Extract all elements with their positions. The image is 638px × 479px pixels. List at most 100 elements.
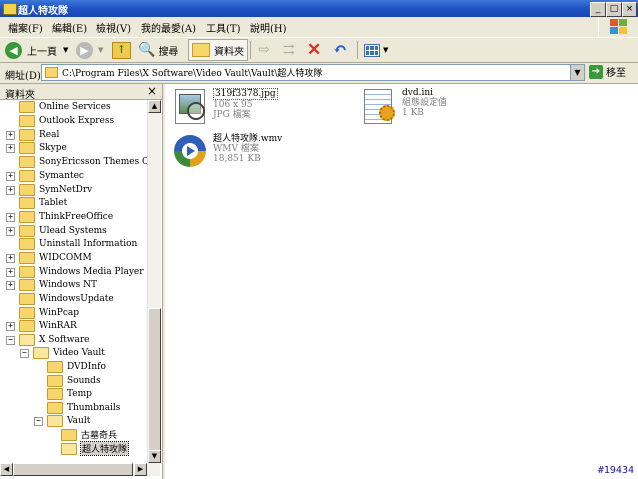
search-label: 搜尋 [158, 46, 179, 58]
file-size: 1 KB [402, 108, 424, 118]
folder-pane-vertical-scrollbar[interactable]: ▲ ▼ [147, 100, 161, 463]
file-item[interactable]: 319f3378.jpg 106 x 95 JPG 檔案 [173, 88, 278, 124]
menu-file[interactable]: 檔案(F) [8, 20, 43, 35]
close-button[interactable]: × [622, 2, 637, 17]
open-folder-icon [33, 346, 49, 359]
tree-item[interactable]: SonyEricsson Themes Creator [19, 155, 147, 168]
folder-icon [47, 374, 63, 387]
views-button[interactable]: ▼ [364, 40, 388, 60]
tree-expander[interactable]: + [6, 213, 15, 222]
forward-arrow-icon: ▶ [76, 41, 93, 59]
address-dropdown-button[interactable]: ▼ [570, 65, 584, 80]
tree-expander[interactable]: + [6, 186, 15, 195]
tree-expander[interactable]: − [20, 349, 29, 358]
menu-view[interactable]: 檢視(V) [96, 20, 131, 35]
tree-item[interactable]: X Software [19, 333, 90, 346]
folder-tree: Online Services Outlook Express + Real +… [0, 100, 147, 463]
tree-item[interactable]: SymNetDrv [19, 183, 92, 196]
folder-icon [19, 141, 35, 154]
image-id-label: #19434 [597, 465, 634, 476]
folder-icon [19, 306, 35, 319]
delete-button[interactable]: ✕ [307, 40, 321, 60]
tree-expander[interactable]: + [6, 144, 15, 153]
search-icon: 🔍 [138, 42, 156, 58]
file-item[interactable]: dvd.ini 組態設定值 1 KB [362, 88, 447, 124]
tree-item[interactable]: WinPcap [19, 306, 79, 319]
chevron-down-icon: ▼ [98, 46, 104, 54]
tree-expander[interactable]: + [6, 227, 15, 236]
chevron-down-icon: ▼ [63, 46, 69, 54]
tree-item[interactable]: Sounds [47, 374, 101, 387]
file-name: dvd.ini [402, 88, 434, 98]
tree-expander[interactable]: + [6, 254, 15, 263]
menu-bar: 檔案(F) 編輯(E) 檢視(V) 我的最愛(A) 工具(T) 說明(H) [0, 17, 600, 35]
file-dimensions: 106 x 95 [213, 100, 253, 110]
tree-item[interactable]: Temp [47, 387, 92, 400]
folder-icon [19, 251, 35, 264]
move-to-button[interactable]: ⇨ [258, 40, 270, 60]
address-field[interactable]: C:\Program Files\X Software\Video Vault\… [41, 64, 585, 81]
tree-expander[interactable]: + [6, 322, 15, 331]
menu-tools[interactable]: 工具(T) [206, 20, 240, 35]
file-item[interactable]: 超人特攻隊.wmv WMV 檔案 18,851 KB [173, 134, 282, 170]
tree-expander[interactable]: + [6, 172, 15, 181]
minimize-button[interactable]: _ [590, 2, 606, 17]
file-type: WMV 檔案 [213, 144, 259, 154]
tree-item[interactable]: Online Services [19, 100, 111, 113]
tree-item[interactable]: Outlook Express [19, 114, 114, 127]
close-icon[interactable]: × [147, 84, 157, 98]
maximize-button[interactable]: □ [606, 2, 622, 17]
go-label: 移至 [606, 68, 626, 79]
tree-expander[interactable]: − [34, 417, 43, 426]
tree-item[interactable]: WindowsUpdate [19, 292, 114, 305]
tree-expander[interactable]: − [6, 336, 15, 345]
tree-item[interactable]: 古墓奇兵 [61, 428, 117, 441]
tree-item[interactable]: Ulead Systems [19, 224, 107, 237]
menu-favorites[interactable]: 我的最愛(A) [141, 20, 196, 35]
scroll-thumb[interactable] [148, 308, 161, 463]
folder-icon [19, 237, 35, 250]
tree-item[interactable]: Windows NT [19, 278, 97, 291]
folder-icon [19, 100, 35, 113]
tree-item[interactable]: Windows Media Player [19, 265, 144, 278]
tree-item[interactable]: Skype [19, 141, 67, 154]
up-folder-button[interactable]: ↑ [112, 40, 131, 60]
menu-edit[interactable]: 編輯(E) [52, 20, 87, 35]
scroll-left-button[interactable]: ◀ [0, 463, 13, 476]
scroll-thumb[interactable] [13, 463, 133, 476]
search-button[interactable]: 🔍 搜尋 [138, 40, 178, 60]
tree-item[interactable]: DVDInfo [47, 360, 106, 373]
scroll-up-button[interactable]: ▲ [148, 100, 161, 113]
tree-expander[interactable]: + [6, 131, 15, 140]
tree-item[interactable]: WIDCOMM [19, 251, 92, 264]
go-button[interactable]: ➔ 移至 [589, 64, 626, 79]
folder-icon [19, 210, 35, 223]
tree-item[interactable]: WinRAR [19, 319, 77, 332]
tree-item-selected[interactable]: 超人特攻隊 [61, 441, 130, 456]
windows-logo-icon [598, 17, 638, 37]
delete-x-icon: ✕ [307, 40, 322, 60]
copy-to-icon: ⇉ [283, 42, 295, 58]
undo-button[interactable]: ↶ [333, 40, 347, 60]
scroll-right-button[interactable]: ▶ [134, 463, 147, 476]
menu-help[interactable]: 說明(H) [250, 20, 287, 35]
tree-item[interactable]: Thumbnails [47, 401, 120, 414]
folders-button[interactable]: 資料夾 [188, 39, 248, 61]
copy-to-button[interactable]: ⇉ [283, 40, 295, 60]
scroll-down-button[interactable]: ▼ [148, 450, 161, 463]
tree-item[interactable]: Tablet [19, 196, 67, 209]
tree-item[interactable]: Symantec [19, 169, 84, 182]
tree-expander[interactable]: + [6, 268, 15, 277]
tree-item[interactable]: ThinkFreeOffice [19, 210, 113, 223]
tree-expander[interactable]: + [6, 281, 15, 290]
tree-item[interactable]: Real [19, 128, 59, 141]
folders-label: 資料夾 [214, 46, 244, 58]
folder-icon [19, 128, 35, 141]
folder-pane-horizontal-scrollbar[interactable]: ◀ ▶ [0, 463, 160, 476]
tree-item[interactable]: Video Vault [33, 346, 105, 359]
tree-item[interactable]: Vault [47, 414, 90, 427]
forward-button[interactable]: ▶ ▼ [76, 40, 103, 60]
tree-item[interactable]: Uninstall Information [19, 237, 137, 250]
back-button[interactable]: ◀ 上一頁 ▼ [5, 40, 68, 60]
open-folder-icon [19, 333, 35, 346]
